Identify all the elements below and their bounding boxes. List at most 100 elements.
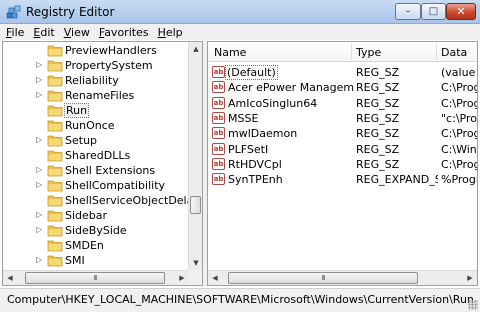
tree-item-label: ShellCompatibility [65,179,166,192]
expand-arrow-icon[interactable]: ▷ [36,61,44,69]
string-value-icon: ab [212,173,225,186]
list-header: Name Type Data [208,42,477,62]
tree-item[interactable]: PreviewHandlers [3,43,189,58]
expand-arrow-icon[interactable]: ▷ [36,256,44,264]
value-type: REG_EXPAND_SZ [356,173,438,187]
expand-arrow-icon[interactable]: ▷ [36,166,44,174]
scroll-right-arrow-icon[interactable]: ▶ [463,271,477,285]
folder-icon [47,120,63,132]
tree-item-label: Setup [65,134,98,147]
title-bar[interactable]: Registry Editor – □ ✕ [0,0,480,24]
close-icon: ✕ [456,5,466,18]
folder-icon [47,45,63,57]
column-header-type[interactable]: Type [356,46,381,59]
value-data: (value not set) [441,66,477,79]
expand-arrow-icon[interactable]: ▷ [36,181,44,189]
folder-icon [47,150,63,162]
scroll-corner [188,270,202,285]
tree-horizontal-scrollbar[interactable]: ◀ III ▶ [3,270,189,285]
expand-arrow-icon[interactable]: ▷ [36,211,44,219]
folder-icon [47,135,63,147]
maximize-button[interactable]: □ [421,3,446,20]
string-value-icon: ab [212,142,225,155]
tree-item-label: SideBySide [65,224,127,237]
scroll-right-arrow-icon[interactable]: ▶ [175,271,189,285]
tree-item[interactable]: ▷ ShellCompatibility [3,178,189,193]
tree-vertical-scrollbar[interactable]: ▲ ▼ [188,42,202,270]
value-row[interactable]: abAmIcoSinglun64 REG_SZ C:\Progr [208,96,477,111]
column-header-name[interactable]: Name [214,46,246,59]
expand-arrow-icon[interactable]: ▷ [36,136,44,144]
value-row[interactable]: abSynTPEnh REG_EXPAND_SZ%Progr [208,172,477,187]
tree-item-label: ShellServiceObjectDelayLoad [65,194,189,207]
scroll-left-arrow-icon[interactable]: ◀ [208,271,222,285]
tree-item[interactable]: RunOnce [3,118,189,133]
value-data: C:\Progr [441,127,477,141]
folder-icon [47,60,63,72]
column-divider[interactable] [436,44,437,60]
window-title: Registry Editor [26,5,115,19]
folder-icon [47,240,63,252]
value-row[interactable]: abAcer ePower ManagementREG_SZ C:\Progr [208,80,477,95]
menu-view[interactable]: View [64,26,90,39]
close-button[interactable]: ✕ [446,3,476,20]
tree-item[interactable]: ▷ Sidebar [3,208,189,223]
tree-horizontal-scroll-thumb[interactable]: III [25,272,165,284]
tree-item[interactable]: ▷ SMI [3,253,189,268]
column-divider[interactable] [351,44,352,60]
tree-item[interactable]: ▷ SideBySide [3,223,189,238]
values-list-pane[interactable]: Name Type Data ab(Default)REG_SZ(value n… [207,41,478,286]
menu-file[interactable]: File [6,26,24,39]
tree-item[interactable]: ▷ Shell Extensions [3,163,189,178]
value-row[interactable]: abRtHDVCpl REG_SZ C:\Progr [208,157,477,172]
minimize-icon: – [405,5,411,17]
value-type: REG_SZ [356,127,400,141]
value-data: C:\Progr [441,81,477,95]
folder-icon [47,165,63,177]
value-name: Acer ePower Management [228,81,354,95]
status-bar: Computer\HKEY_LOCAL_MACHINE\SOFTWARE\Mic… [0,288,480,312]
menu-favorites[interactable]: Favorites [99,26,149,39]
list-horizontal-scrollbar[interactable]: ◀ III ▶ [208,270,477,285]
scroll-left-arrow-icon[interactable]: ◀ [3,271,17,285]
tree-item-label: RunOnce [65,119,115,132]
tree-item[interactable]: ▷ RenameFiles [3,88,189,103]
key-tree-pane[interactable]: PreviewHandlers ▷ PropertySystem ▷ Reliabili… [2,41,203,286]
menu-help[interactable]: Help [158,26,183,39]
value-type: REG_SZ [356,157,400,171]
tree-item[interactable]: ShellServiceObjectDelayLoad [3,193,189,208]
expand-arrow-icon[interactable]: ▷ [36,91,44,99]
menu-edit[interactable]: Edit [33,26,54,39]
tree-item[interactable]: ▷ Reliability [3,73,189,88]
value-type: REG_SZ [356,96,400,110]
value-data: "c:\Progr [441,111,477,125]
column-header-data[interactable]: Data [441,46,467,59]
tree-item[interactable]: ▷ Setup [3,133,189,148]
minimize-button[interactable]: – [395,3,421,20]
value-row[interactable]: ab(Default) REG_SZ (value not set) [208,65,477,80]
string-value-icon: ab [212,157,225,170]
value-name: RtHDVCpl [228,157,282,171]
value-name: MSSE [228,111,259,125]
tree-vertical-scroll-thumb[interactable] [190,196,201,214]
tree-item-label: Reliability [65,74,119,87]
string-value-icon: ab [212,127,225,140]
tree-item-label: SharedDLLs [65,149,131,162]
expand-arrow-icon[interactable]: ▷ [36,226,44,234]
tree-item-label: Run [64,103,90,118]
value-name: SynTPEnh [228,173,283,187]
scroll-down-arrow-icon[interactable]: ▼ [189,256,202,270]
folder-icon [47,225,63,237]
tree-item[interactable]: Run [3,103,189,118]
list-horizontal-scroll-thumb[interactable]: III [228,272,418,284]
tree-item[interactable]: SharedDLLs [3,148,189,163]
current-key-path: Computer\HKEY_LOCAL_MACHINE\SOFTWARE\Mic… [7,293,474,306]
value-row[interactable]: abMSSE REG_SZ "c:\Progr [208,111,477,126]
expand-arrow-icon[interactable]: ▷ [36,76,44,84]
tree-item[interactable]: SMDEn [3,238,189,253]
scroll-up-arrow-icon[interactable]: ▲ [189,42,202,56]
value-row[interactable]: abmwlDaemon REG_SZ C:\Progr [208,126,477,141]
tree-item[interactable]: ▷ PropertySystem [3,58,189,73]
resize-grip-icon[interactable] [468,300,478,310]
value-row[interactable]: abPLFSetI REG_SZ C:\Wind [208,142,477,157]
